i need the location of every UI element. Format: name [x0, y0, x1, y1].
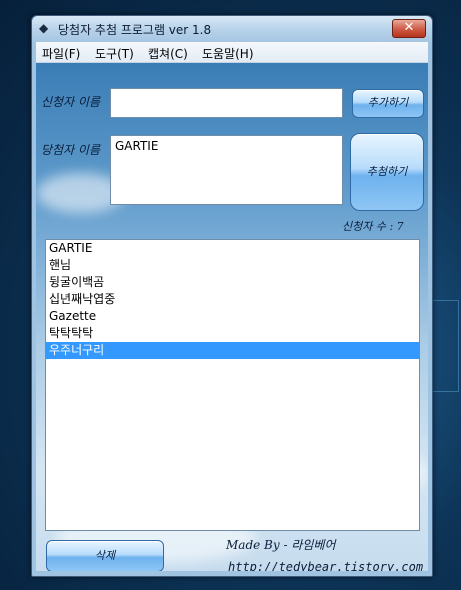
desktop-background: [432, 300, 459, 392]
app-window: ◆ 당첨자 추첨 프로그램 ver 1.8 ✕ 파일(F) 도구(T) 캡쳐(C…: [31, 15, 433, 577]
main-panel: 신청자 이름 추가하기 당첨자 이름 GARTIE 추첨하기 신청자 수 : 7…: [36, 63, 428, 571]
list-item[interactable]: 핸님: [46, 257, 419, 274]
footer-url: http://tedybear.tistory.com: [228, 560, 424, 571]
delete-button[interactable]: 삭제: [46, 540, 164, 571]
made-by-text: Made By - 라임베어: [226, 538, 336, 552]
menu-tools[interactable]: 도구(T): [95, 45, 134, 62]
list-item[interactable]: 십년째낙엽중: [46, 291, 419, 308]
applicant-list[interactable]: GARTIE 핸님 뒹굴이백곰 십년째낙엽중 Gazette 탁탁탁탁 우주너구…: [45, 239, 420, 531]
title-bar[interactable]: ◆ 당첨자 추첨 프로그램 ver 1.8 ✕: [32, 16, 432, 42]
list-item[interactable]: 탁탁탁탁: [46, 325, 419, 342]
winner-name-label: 당첨자 이름: [41, 143, 101, 157]
window-title: 당첨자 추첨 프로그램 ver 1.8: [58, 23, 212, 37]
menu-file[interactable]: 파일(F): [42, 45, 80, 62]
winner-name-field: GARTIE: [110, 135, 343, 205]
list-item[interactable]: Gazette: [46, 308, 419, 325]
menu-bar: 파일(F) 도구(T) 캡쳐(C) 도움말(H): [36, 42, 428, 63]
app-icon: ◆: [39, 21, 49, 35]
menu-help[interactable]: 도움말(H): [202, 45, 254, 62]
close-button[interactable]: ✕: [392, 19, 426, 38]
list-item[interactable]: 뒹굴이백곰: [46, 274, 419, 291]
draw-button[interactable]: 추첨하기: [350, 133, 424, 211]
menu-capture[interactable]: 캡쳐(C): [148, 45, 188, 62]
list-item[interactable]: GARTIE: [46, 240, 419, 257]
applicant-name-input[interactable]: [110, 88, 343, 118]
add-button[interactable]: 추가하기: [352, 89, 424, 118]
applicant-name-label: 신청자 이름: [41, 95, 101, 109]
list-item-selected[interactable]: 우주너구리: [46, 342, 419, 359]
applicant-count: 신청자 수 : 7: [342, 220, 404, 233]
